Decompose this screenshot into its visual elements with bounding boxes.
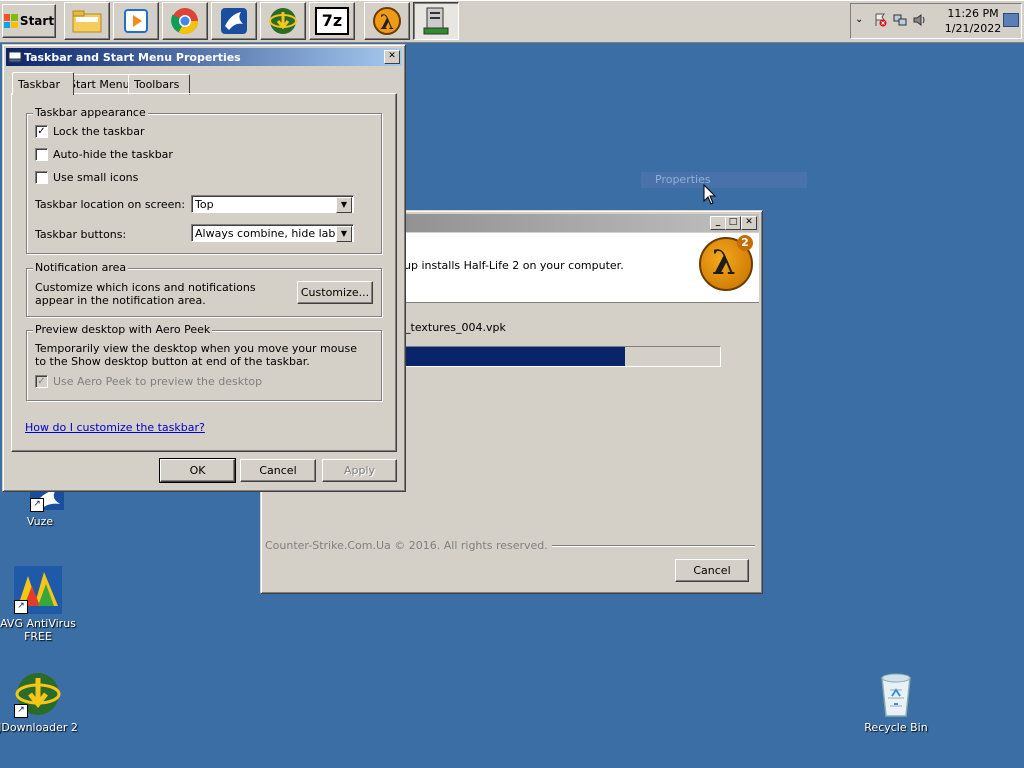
customize-button[interactable]: Customize... <box>297 281 373 304</box>
dialog-title: Taskbar and Start Menu Properties <box>24 50 241 64</box>
show-hidden-icons-icon[interactable]: ⌄ <box>855 14 863 25</box>
aero-peek-description: Temporarily view the desktop when you mo… <box>35 342 357 368</box>
checkbox-checked-icon: ✓ <box>35 125 48 138</box>
taskbar-explorer-button[interactable] <box>64 2 110 40</box>
taskbar-vuze-button[interactable] <box>211 2 257 40</box>
lock-taskbar-checkbox[interactable]: ✓ Lock the taskbar <box>35 125 145 138</box>
network-icon[interactable] <box>893 13 907 27</box>
installer-cancel-button[interactable]: Cancel <box>675 559 749 582</box>
tab-start-menu[interactable]: Start Menu <box>63 74 137 95</box>
cancel-button[interactable]: Cancel <box>240 459 316 482</box>
jdownloader-icon <box>269 8 297 34</box>
group-label: Notification area <box>33 261 129 274</box>
desktop-icon-vuze[interactable]: ↗ Vuze <box>0 486 80 528</box>
checkbox-label: Auto-hide the taskbar <box>53 148 173 161</box>
show-desktop-button[interactable] <box>1003 13 1019 27</box>
taskbar-half-life-button[interactable]: λ <box>364 2 410 40</box>
system-clock[interactable]: 11:26 PM 1/21/2022 <box>943 6 1003 36</box>
vuze-icon <box>221 8 247 34</box>
buttons-label: Taskbar buttons: <box>35 228 127 241</box>
taskbar-chrome-button[interactable] <box>162 2 208 40</box>
taskbar-tab-panel: Taskbar appearance ✓ Lock the taskbar Au… <box>11 93 397 452</box>
shortcut-arrow-icon: ↗ <box>30 498 44 512</box>
desktop-icon-recycle-bin[interactable]: Recycle Bin <box>856 670 936 734</box>
desktop-icon-label: Recycle Bin <box>864 721 928 734</box>
chrome-icon <box>171 8 199 35</box>
maximize-button[interactable]: □ <box>725 216 741 230</box>
clock-time: 11:26 PM <box>947 7 999 20</box>
auto-hide-checkbox[interactable]: Auto-hide the taskbar <box>35 148 173 161</box>
taskbar-appearance-group: Taskbar appearance ✓ Lock the taskbar Au… <box>26 106 382 254</box>
clock-date: 1/21/2022 <box>944 22 1002 35</box>
chevron-down-icon: ▼ <box>336 197 352 213</box>
recycle-bin-icon <box>872 670 920 718</box>
desktop-icon-label: JDownloader 2 <box>0 721 78 734</box>
windows-logo-icon <box>3 14 18 28</box>
aero-peek-checkbox: ✓ Use Aero Peek to preview the desktop <box>35 375 262 388</box>
ok-button[interactable]: OK <box>159 458 236 483</box>
tab-taskbar[interactable]: Taskbar <box>12 72 74 95</box>
folder-icon <box>72 10 102 33</box>
buttons-value: Always combine, hide labels <box>195 227 351 240</box>
mouse-cursor-icon <box>703 184 717 205</box>
location-label: Taskbar location on screen: <box>35 198 186 211</box>
desktop-icon-label: Vuze <box>26 515 54 528</box>
svg-text:λ: λ <box>380 10 394 34</box>
location-value: Top <box>195 198 214 211</box>
apply-button[interactable]: Apply <box>322 459 397 482</box>
notification-description: Customize which icons and notifications … <box>35 281 256 307</box>
checkbox-label: Use Aero Peek to preview the desktop <box>53 375 263 388</box>
taskbar-buttons-select[interactable]: Always combine, hide labels ▼ <box>191 224 354 242</box>
chevron-down-icon: ▼ <box>336 226 352 242</box>
install-progress-bar <box>403 346 721 367</box>
notification-tray: ⌄ 11:26 PM 1/21/2022 <box>850 3 1022 39</box>
checkbox-disabled-checked-icon: ✓ <box>35 375 48 388</box>
group-label: Preview desktop with Aero Peek <box>33 323 213 336</box>
installer-header-text: up installs Half-Life 2 on your computer… <box>404 259 624 272</box>
shortcut-arrow-icon: ↗ <box>14 704 28 718</box>
checkbox-unchecked-icon <box>35 148 48 161</box>
small-icons-checkbox[interactable]: Use small icons <box>35 171 138 184</box>
close-button[interactable]: ✕ <box>741 216 757 230</box>
installer-current-file: _textures_004.vpk <box>405 321 506 334</box>
group-label: Taskbar appearance <box>33 106 148 119</box>
start-label: Start <box>19 14 55 28</box>
logo-lambda: λ <box>712 243 736 283</box>
context-menu-properties-item[interactable]: Properties <box>641 172 807 188</box>
action-center-icon[interactable] <box>873 13 887 27</box>
half-life-2-logo-icon: λ 2 <box>699 235 753 291</box>
checkbox-label: Use small icons <box>53 171 139 184</box>
minimize-button[interactable]: _ <box>710 216 726 230</box>
taskbar-installer-button[interactable] <box>413 2 459 40</box>
checkbox-label: Lock the taskbar <box>53 125 145 138</box>
volume-icon[interactable] <box>913 13 927 27</box>
desktop-icon-label: AVG AntiVirus FREE <box>0 617 76 643</box>
installer-icon <box>423 7 449 35</box>
desktop-icon-jdownloader[interactable]: ↗ JDownloader 2 <box>0 670 78 734</box>
notification-area-group: Notification area Customize which icons … <box>26 261 382 317</box>
half-life-icon: λ <box>373 7 401 35</box>
7zip-icon: 7z <box>315 7 349 35</box>
shortcut-arrow-icon: ↗ <box>14 600 28 614</box>
location-select[interactable]: Top ▼ <box>191 195 354 213</box>
taskbar-jdownloader-button[interactable] <box>260 2 306 40</box>
install-progress-fill <box>404 347 626 366</box>
media-player-icon <box>124 9 148 33</box>
avg-icon: ↗ <box>14 566 62 614</box>
checkbox-unchecked-icon <box>35 171 48 184</box>
taskbar-settings-icon <box>8 51 22 63</box>
taskbar: Start 7z λ ⌄ 11:26 PM 1/21/2022 <box>0 0 1024 43</box>
installer-footer-text: Counter-Strike.Com.Ua © 2016. All rights… <box>265 539 552 552</box>
start-button[interactable]: Start <box>2 4 56 38</box>
taskbar-media-player-button[interactable] <box>113 2 159 40</box>
close-button[interactable]: ✕ <box>384 50 400 64</box>
dialog-titlebar[interactable]: Taskbar and Start Menu Properties ✕ <box>6 48 402 66</box>
help-link[interactable]: How do I customize the taskbar? <box>25 421 205 434</box>
desktop-icon-avg[interactable]: ↗ AVG AntiVirus FREE <box>0 566 78 643</box>
aero-peek-group: Preview desktop with Aero Peek Temporari… <box>26 323 382 401</box>
logo-sup: 2 <box>737 235 753 251</box>
tab-toolbars[interactable]: Toolbars <box>128 74 190 95</box>
jdownloader-icon: ↗ <box>14 670 62 718</box>
taskbar-7zip-button[interactable]: 7z <box>309 2 355 40</box>
